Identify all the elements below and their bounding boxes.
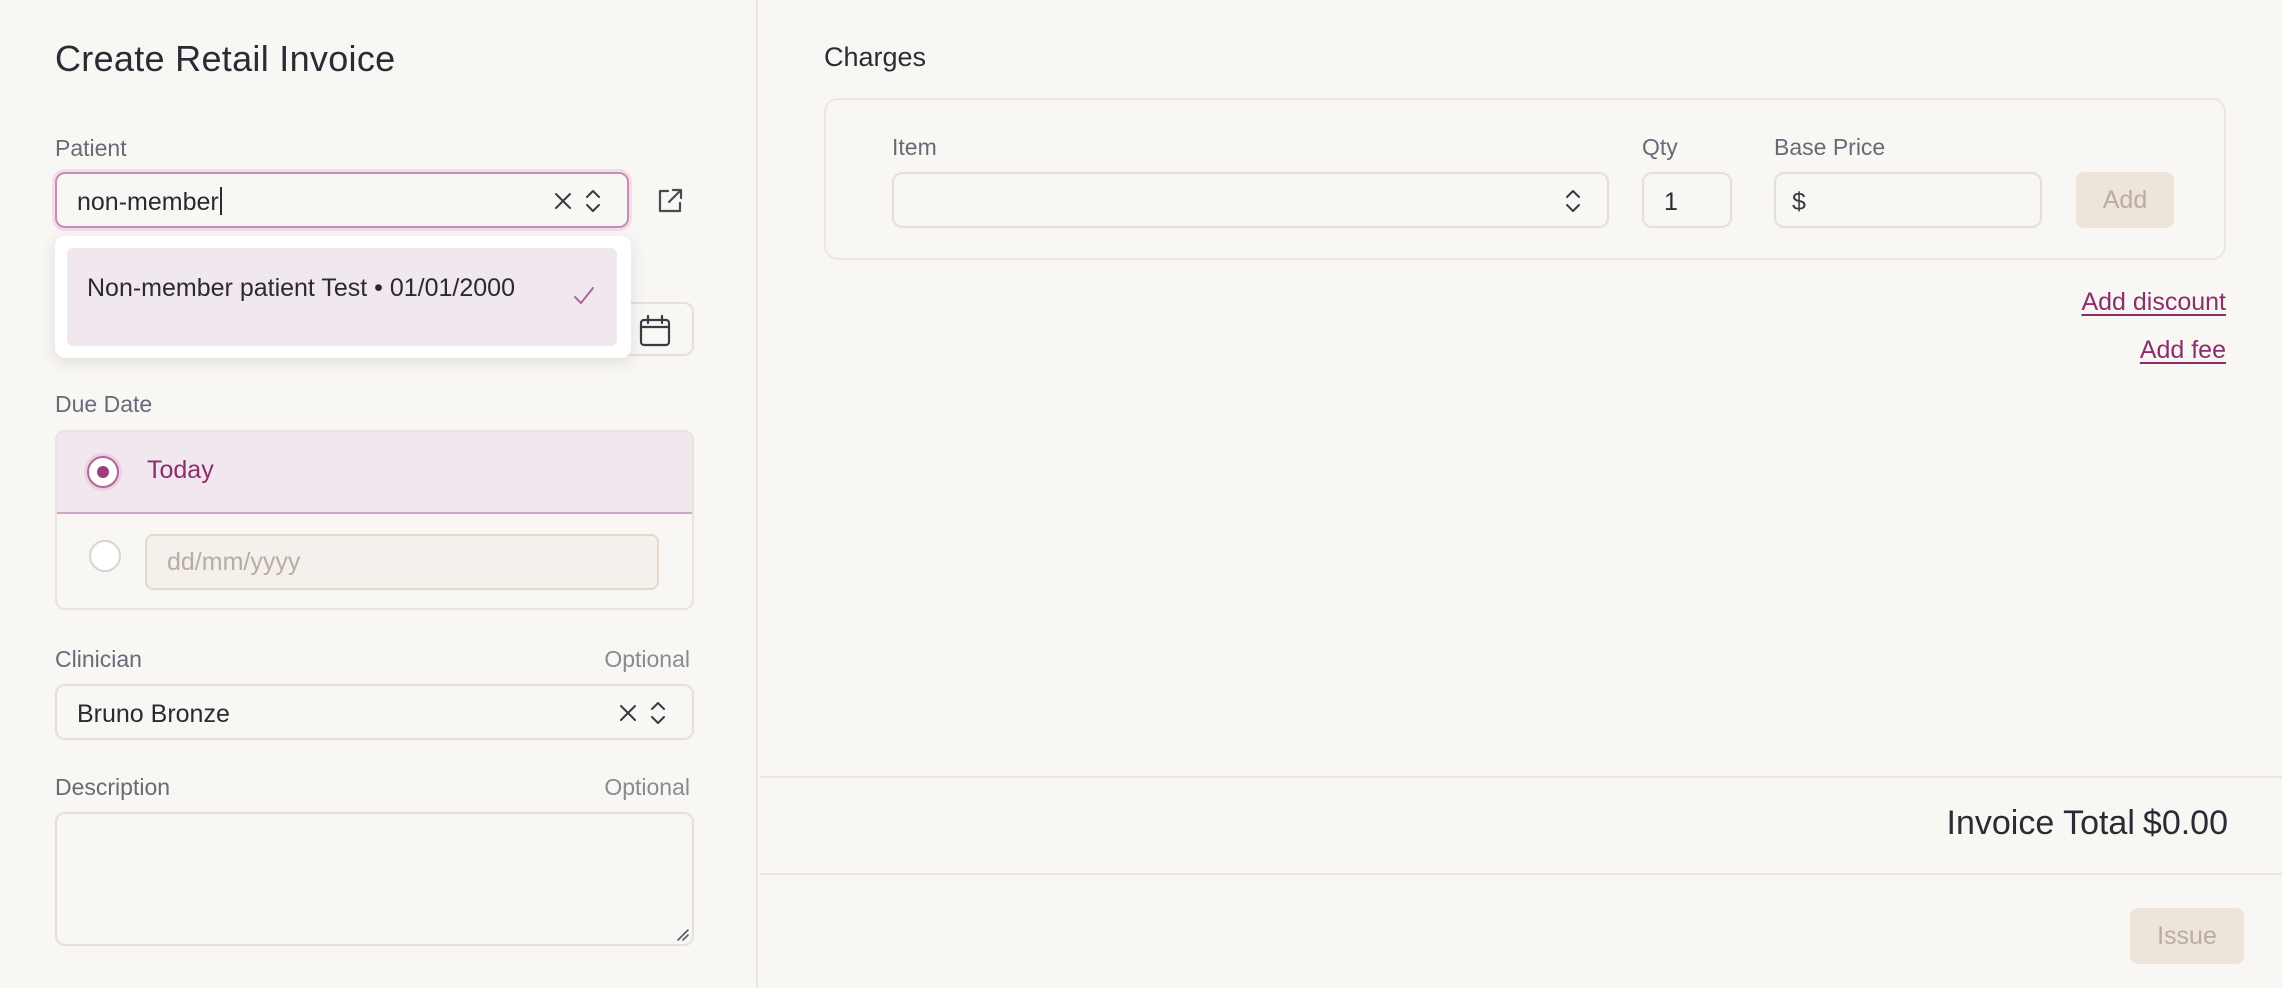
item-select[interactable]: [892, 172, 1609, 228]
add-discount-link[interactable]: Add discount: [2081, 288, 2226, 317]
external-link-icon[interactable]: [655, 186, 685, 216]
add-fee-link[interactable]: Add fee: [2140, 336, 2226, 365]
invoice-total-value: $0.00: [2142, 804, 2228, 842]
patient-input-value[interactable]: non-member: [77, 187, 222, 217]
add-charge-button[interactable]: Add: [2076, 172, 2174, 228]
resize-grip-icon[interactable]: [672, 924, 690, 942]
issue-button[interactable]: Issue: [2130, 908, 2244, 964]
total-divider-bottom: [760, 873, 2282, 875]
currency-symbol: $: [1792, 188, 1806, 216]
patient-option[interactable]: Non-member patient Test • 01/01/2000: [67, 248, 617, 346]
due-custom-radio[interactable]: [89, 540, 121, 572]
base-price-input[interactable]: $: [1774, 172, 2042, 228]
description-textarea[interactable]: [55, 812, 694, 946]
charges-card: Item Qty Base Price 1 $ Add: [824, 98, 2226, 260]
chevron-updown-icon[interactable]: [584, 187, 602, 215]
invoice-total-label: Invoice Total: [1946, 804, 2135, 842]
clinician-optional: Optional: [604, 646, 690, 672]
charges-title: Charges: [824, 42, 927, 72]
chevron-updown-icon[interactable]: [649, 699, 667, 727]
clinician-label: Clinician: [55, 646, 142, 672]
clinician-select[interactable]: Bruno Bronze: [55, 684, 694, 740]
due-today-radio[interactable]: [87, 456, 119, 488]
due-today-option[interactable]: Today: [57, 432, 692, 514]
calendar-icon[interactable]: [638, 314, 672, 348]
page-title: Create Retail Invoice: [55, 38, 396, 79]
patient-option-label: Non-member patient Test • 01/01/2000: [87, 274, 515, 302]
due-date-group: Today: [55, 430, 694, 610]
item-label: Item: [892, 134, 937, 160]
invoice-total: Invoice Total $0.00: [1939, 804, 2228, 843]
base-price-label: Base Price: [1774, 134, 1886, 160]
description-label: Description: [55, 774, 171, 800]
charges-panel: Charges Item Qty Base Price 1 $ Add Add …: [760, 0, 2282, 988]
total-divider-top: [760, 776, 2282, 778]
clear-icon[interactable]: [617, 702, 639, 724]
patient-combobox[interactable]: non-member: [55, 172, 629, 228]
clear-icon[interactable]: [552, 190, 574, 212]
due-today-label: Today: [147, 456, 214, 484]
chevron-updown-icon[interactable]: [1564, 187, 1582, 215]
qty-input[interactable]: 1: [1642, 172, 1732, 228]
qty-label: Qty: [1642, 134, 1678, 160]
due-date-input[interactable]: [145, 534, 659, 590]
qty-value: 1: [1664, 188, 1678, 216]
invoice-form-panel: Create Retail Invoice Patient non-member…: [0, 0, 758, 988]
patient-label: Patient: [55, 135, 127, 161]
due-date-label: Due Date: [55, 391, 153, 417]
checkmark-icon: [574, 287, 594, 304]
patient-dropdown: Non-member patient Test • 01/01/2000: [55, 236, 631, 358]
clinician-value: Bruno Bronze: [77, 700, 230, 728]
description-optional: Optional: [604, 774, 690, 800]
